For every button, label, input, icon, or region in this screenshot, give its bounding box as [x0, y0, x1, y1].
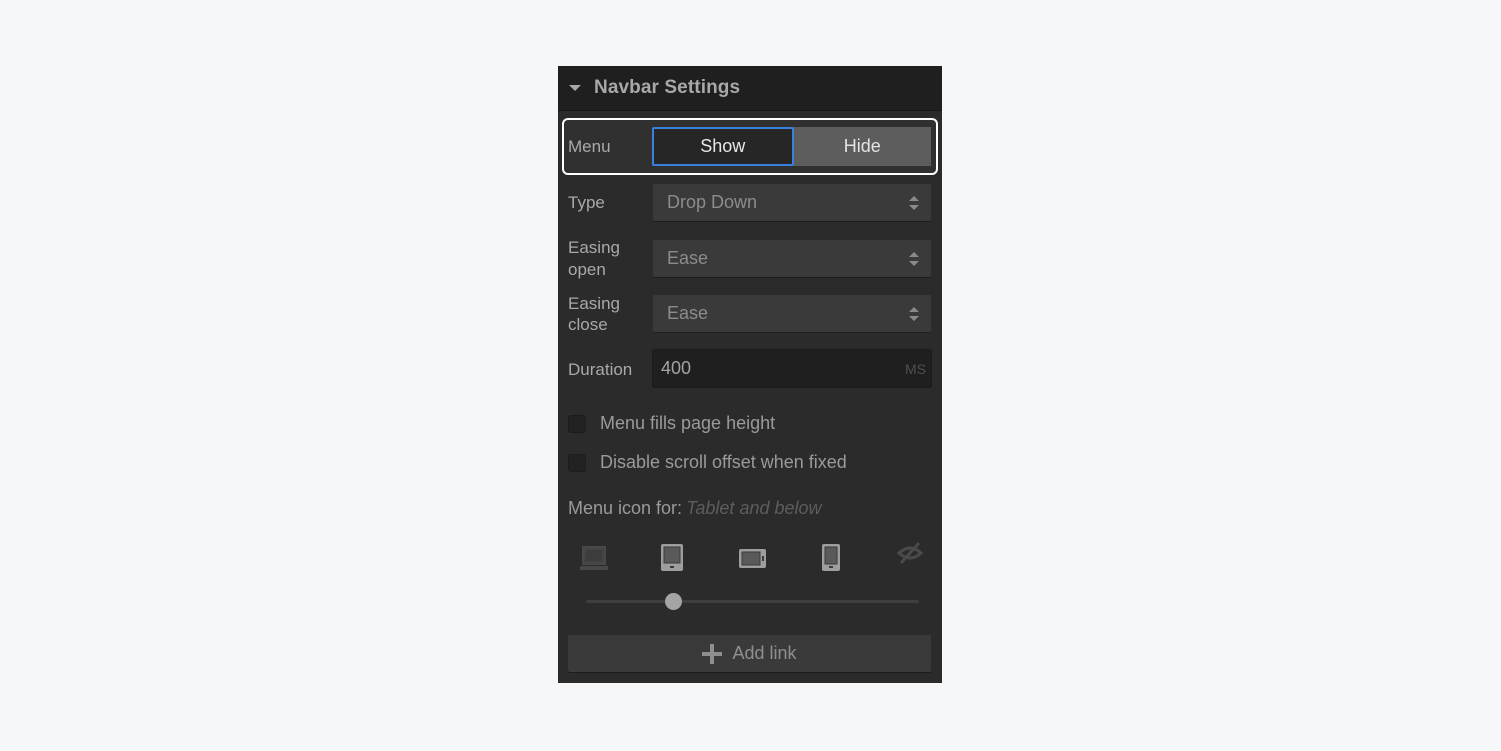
- menu-fills-page-height-row[interactable]: Menu fills page height: [568, 413, 775, 434]
- easing-open-value: Ease: [667, 248, 709, 268]
- select-arrows-icon: [909, 252, 919, 266]
- checkbox-label: Disable scroll offset when fixed: [600, 452, 847, 472]
- type-label: Type: [568, 193, 605, 212]
- type-select[interactable]: Drop Down: [653, 184, 931, 221]
- hide-button[interactable]: Hide: [793, 127, 931, 166]
- duration-label: Duration: [568, 360, 633, 379]
- menu-icon-breakpoint-line: Menu icon for: Tablet and below: [568, 498, 822, 519]
- panel-title: Navbar Settings: [594, 77, 741, 98]
- type-value: Drop Down: [667, 192, 758, 212]
- plus-icon: [702, 643, 723, 664]
- disable-scroll-offset-row[interactable]: Disable scroll offset when fixed: [568, 452, 847, 473]
- duration-input[interactable]: 400 MS: [652, 349, 932, 388]
- easing-close-label-line1: Easing: [568, 294, 620, 313]
- easing-open-label-line1: Easing: [568, 238, 620, 257]
- easing-open-select[interactable]: Ease: [653, 240, 931, 277]
- tablet-icon[interactable]: [660, 543, 686, 573]
- menu-icon-label: Menu icon for:: [568, 498, 683, 518]
- easing-close-value: Ease: [667, 303, 709, 323]
- menu-icon-value: Tablet and below: [686, 498, 822, 518]
- mobile-portrait-icon[interactable]: [821, 543, 843, 573]
- menu-label: Menu: [568, 137, 611, 156]
- add-link-button[interactable]: Add link: [568, 635, 931, 672]
- eye-off-icon[interactable]: [897, 541, 923, 565]
- disable-scroll-offset-checkbox[interactable]: [568, 453, 586, 472]
- panel-header[interactable]: Navbar Settings: [558, 66, 942, 111]
- duration-unit: MS: [905, 360, 926, 377]
- easing-close-select[interactable]: Ease: [653, 295, 931, 332]
- desktop-icon[interactable]: [580, 546, 610, 572]
- menu-fills-page-height-checkbox[interactable]: [568, 414, 586, 433]
- duration-value: 400: [661, 358, 692, 378]
- mobile-landscape-icon[interactable]: [738, 548, 768, 570]
- checkbox-label: Menu fills page height: [600, 413, 776, 433]
- breakpoint-slider-track[interactable]: [586, 600, 919, 603]
- easing-open-label-line2: open: [568, 260, 606, 279]
- add-link-label: Add link: [732, 643, 797, 663]
- breakpoint-slider-thumb[interactable]: [664, 593, 682, 610]
- show-button[interactable]: Show: [652, 127, 794, 166]
- select-arrows-icon: [909, 196, 919, 210]
- caret-down-icon[interactable]: [569, 85, 581, 91]
- navbar-settings-panel: Navbar Settings Menu Show Hide Type Drop…: [558, 66, 942, 683]
- menu-visibility-toggle[interactable]: Show Hide: [652, 127, 931, 166]
- easing-close-label-line2: close: [568, 315, 608, 334]
- select-arrows-icon: [909, 307, 919, 321]
